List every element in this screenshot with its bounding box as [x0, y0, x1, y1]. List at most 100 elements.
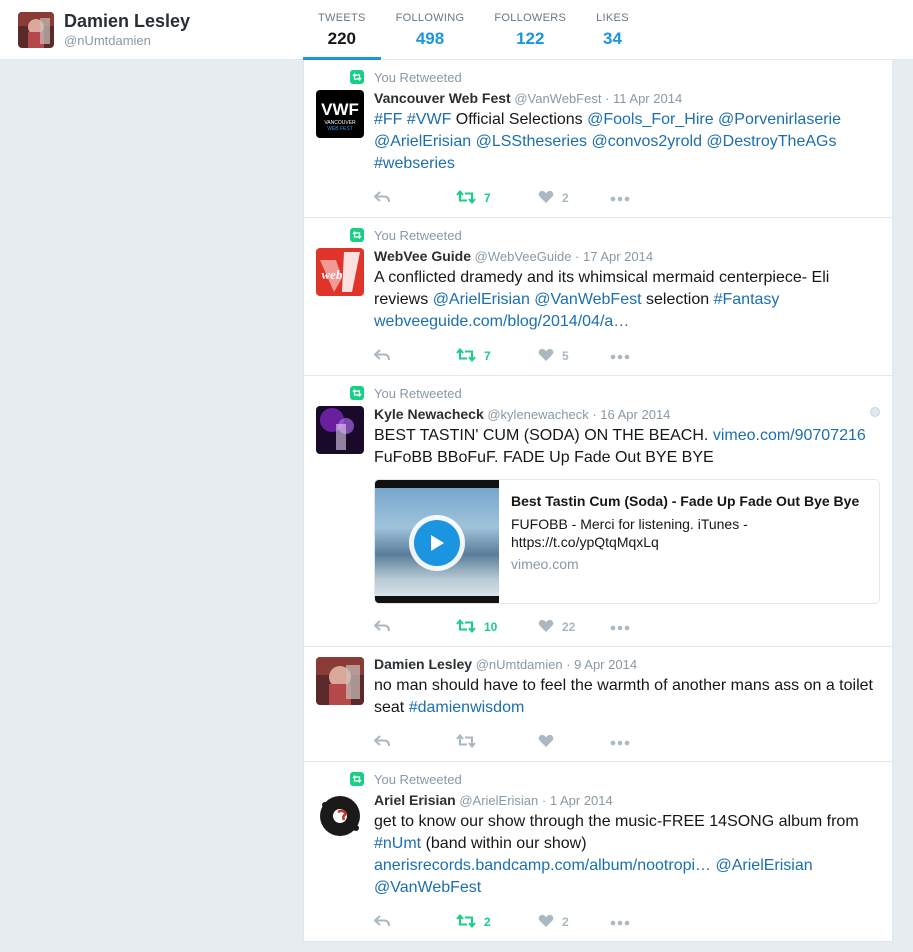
like-button[interactable]: 22 [538, 619, 610, 636]
card-description: FUFOBB - Merci for listening. iTunes - h… [511, 516, 748, 550]
retweet-context-icon [350, 772, 364, 786]
tweet-header: Damien Lesley @nUmtdamien · 9 Apr 2014 [374, 656, 880, 673]
retweet-button[interactable]: 7 [456, 189, 538, 207]
reply-button[interactable] [373, 619, 456, 635]
tweet-link[interactable]: #damienwisdom [409, 699, 525, 716]
letterbox-bar [375, 596, 499, 603]
reply-button[interactable] [373, 914, 456, 930]
stat-value: 122 [516, 29, 545, 48]
profile-avatar[interactable] [18, 12, 54, 48]
tweet-link[interactable]: vimeo.com/90707216 [713, 427, 866, 444]
context-label: You Retweeted [374, 772, 462, 787]
retweet-button[interactable]: 10 [456, 618, 538, 636]
avatar[interactable] [316, 406, 364, 454]
avatar[interactable] [316, 657, 364, 705]
reply-button[interactable] [373, 348, 456, 364]
stat-label: LIKES [596, 12, 629, 24]
author-handle[interactable]: @WebVeeGuide [475, 249, 572, 264]
stat-tweets[interactable]: TWEETS 220 [303, 0, 381, 61]
heart-icon [538, 190, 554, 207]
tweet-link[interactable]: @ArielErisian @VanWebFest [433, 291, 642, 308]
like-button[interactable]: 5 [538, 348, 610, 365]
context-label: You Retweeted [374, 386, 462, 401]
tweet-item[interactable]: You Retweeted VWF VANCOUVER WEB FEST Vanco… [304, 60, 892, 218]
tweet-item[interactable]: You Retweeted Kyle Newacheck @kylenewach… [304, 376, 892, 647]
stat-label: FOLLOWERS [494, 12, 567, 24]
like-count: 22 [562, 620, 576, 634]
stat-following[interactable]: FOLLOWING 498 [381, 0, 480, 60]
more-button[interactable] [610, 735, 630, 749]
svg-text:VWF: VWF [321, 100, 359, 119]
tweet-text: no man should have to feel the warmth of… [374, 675, 880, 719]
tweet-date[interactable]: · 1 Apr 2014 [542, 793, 613, 808]
tweet-date[interactable]: · 9 Apr 2014 [566, 657, 637, 672]
tweet-actions: 7 2 [373, 189, 880, 207]
more-button[interactable] [610, 349, 630, 363]
author-handle[interactable]: @VanWebFest [514, 91, 601, 106]
reply-button[interactable] [373, 734, 456, 750]
author-name[interactable]: WebVee Guide [374, 248, 471, 264]
svg-text:WEB FEST: WEB FEST [327, 126, 353, 132]
globe-icon [870, 407, 880, 417]
more-icon [610, 620, 630, 634]
retweet-button[interactable]: 2 [456, 913, 538, 931]
author-name[interactable]: Ariel Erisian [374, 792, 456, 808]
play-icon[interactable] [409, 515, 465, 571]
avatar[interactable]: VWF VANCOUVER WEB FEST [316, 90, 364, 138]
retweet-count: 10 [484, 620, 498, 634]
like-count: 5 [562, 349, 569, 363]
tweet-link[interactable]: #Fantasy [714, 291, 780, 308]
tweet-text: #FF #VWF Official Selections @Fools_For_… [374, 109, 880, 175]
tweet-item[interactable]: You Retweeted Ariel Erisian @ArielErisia… [304, 762, 892, 941]
reply-icon [373, 914, 390, 930]
tweet-date[interactable]: · 17 Apr 2014 [575, 249, 653, 264]
stat-likes[interactable]: LIKES 34 [581, 0, 644, 60]
tweet-header: Vancouver Web Fest @VanWebFest · 11 Apr … [374, 90, 880, 107]
tweet-link[interactable]: anerisrecords.bandcamp.com/album/nootrop… [374, 857, 813, 896]
author-name[interactable]: Kyle Newacheck [374, 406, 484, 422]
card-video-thumbnail[interactable] [375, 480, 499, 603]
author-name[interactable]: Vancouver Web Fest [374, 90, 511, 106]
avatar[interactable]: web [316, 248, 364, 296]
media-card[interactable]: Best Tastin Cum (Soda) - Fade Up Fade Ou… [374, 479, 880, 604]
retweet-context: You Retweeted [350, 227, 880, 244]
like-button[interactable] [538, 734, 610, 751]
author-name[interactable]: Damien Lesley [374, 656, 472, 672]
card-body: Best Tastin Cum (Soda) - Fade Up Fade Ou… [499, 480, 879, 603]
letterbox-bar [375, 480, 499, 488]
tweet-item[interactable]: You Retweeted web WebVee Guide @WebVeeGu… [304, 218, 892, 376]
svg-text:web: web [322, 267, 343, 282]
stat-followers[interactable]: FOLLOWERS 122 [479, 0, 581, 60]
avatar[interactable] [316, 792, 364, 840]
retweet-icon [456, 913, 476, 931]
retweet-button[interactable] [456, 733, 538, 751]
author-handle[interactable]: @nUmtdamien [476, 657, 563, 672]
tweet-date[interactable]: · 11 Apr 2014 [605, 91, 682, 106]
retweet-context-icon [350, 228, 364, 242]
like-button[interactable]: 2 [538, 914, 610, 931]
more-button[interactable] [610, 620, 630, 634]
stat-value: 34 [603, 29, 622, 48]
stat-value: 220 [327, 29, 356, 48]
profile-nav-bar: Damien Lesley @nUmtdamien TWEETS 220 FOL… [0, 0, 913, 61]
more-button[interactable] [610, 191, 630, 205]
profile-name[interactable]: Damien Lesley [64, 11, 190, 32]
tweet-link[interactable]: #FF #VWF [374, 111, 451, 128]
more-button[interactable] [610, 915, 630, 929]
author-handle[interactable]: @ArielErisian [459, 793, 538, 808]
heart-icon [538, 619, 554, 636]
tweet-link[interactable]: #nUmt [374, 835, 421, 852]
tweet-item[interactable]: Damien Lesley @nUmtdamien · 9 Apr 2014 n… [304, 647, 892, 762]
retweet-context-icon [350, 386, 364, 400]
tweet-date[interactable]: · 16 Apr 2014 [592, 407, 670, 422]
reply-button[interactable] [373, 190, 456, 206]
like-button[interactable]: 2 [538, 190, 610, 207]
tweet-text: get to know our show through the music-F… [374, 811, 880, 899]
tweet-text-run: get to know our show through the music-F… [374, 813, 859, 830]
tweet-link[interactable]: webveeguide.com/blog/2014/04/a… [374, 313, 629, 330]
author-handle[interactable]: @kylenewacheck [487, 407, 588, 422]
more-icon [610, 735, 630, 749]
more-icon [610, 191, 630, 205]
retweet-count: 7 [484, 349, 491, 363]
retweet-button[interactable]: 7 [456, 347, 538, 365]
